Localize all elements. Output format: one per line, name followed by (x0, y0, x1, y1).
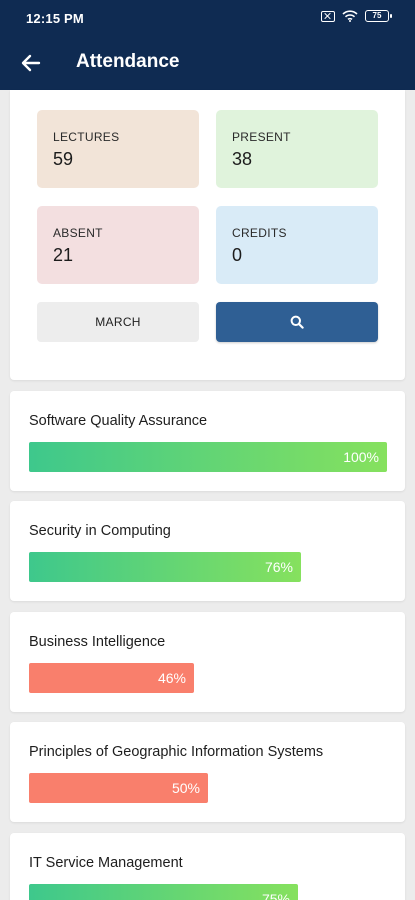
credits-value: 0 (232, 245, 243, 265)
credits-tile: CREDITS 0 (216, 206, 378, 284)
attendance-bar: 50% (29, 773, 208, 803)
status-bar: 12:15 PM 75 (0, 0, 415, 38)
search-icon (290, 315, 304, 329)
status-icons: 75 (321, 10, 392, 22)
attendance-bar: 75% (29, 884, 298, 900)
course-card[interactable]: Security in Computing 76% (10, 501, 405, 601)
lectures-value: 59 (53, 149, 74, 169)
present-tile: PRESENT 38 (216, 110, 378, 188)
wifi-icon (342, 10, 358, 22)
attendance-percent: 76% (264, 559, 293, 575)
credits-label: CREDITS (232, 226, 287, 240)
course-card[interactable]: Software Quality Assurance 100% (10, 391, 405, 491)
page-title: Attendance (76, 51, 180, 72)
present-label: PRESENT (232, 130, 291, 144)
arrow-left-icon[interactable] (18, 50, 44, 76)
course-name: Software Quality Assurance (29, 413, 208, 429)
course-name: Business Intelligence (29, 634, 166, 650)
attendance-bar: 46% (29, 663, 194, 693)
course-card[interactable]: IT Service Management 75% (10, 833, 405, 900)
course-card[interactable]: Business Intelligence 46% (10, 612, 405, 712)
course-name: IT Service Management (29, 855, 183, 871)
present-value: 38 (232, 149, 253, 169)
attendance-percent: 50% (171, 780, 200, 796)
attendance-summary-card: LECTURES 59 PRESENT 38 ABSENT 21 CREDITS… (10, 90, 405, 380)
course-name: Principles of Geographic Information Sys… (29, 744, 324, 760)
lectures-tile: LECTURES 59 (37, 110, 199, 188)
battery-icon: 75 (365, 10, 392, 22)
absent-tile: ABSENT 21 (37, 206, 199, 284)
lectures-label: LECTURES (53, 130, 120, 144)
attendance-percent: 75% (261, 891, 290, 900)
attendance-bar: 100% (29, 442, 387, 472)
attendance-bar: 76% (29, 552, 301, 582)
absent-label: ABSENT (53, 226, 103, 240)
absent-value: 21 (53, 245, 74, 265)
course-card[interactable]: Principles of Geographic Information Sys… (10, 722, 405, 822)
course-name: Security in Computing (29, 523, 171, 539)
status-time: 12:15 PM (26, 11, 84, 26)
attendance-percent: 100% (343, 449, 379, 465)
search-button[interactable] (216, 302, 378, 342)
attendance-percent: 46% (157, 670, 186, 686)
month-select-button[interactable]: MARCH (37, 302, 199, 342)
no-sim-icon (321, 10, 335, 22)
app-bar: Attendance (0, 38, 415, 90)
